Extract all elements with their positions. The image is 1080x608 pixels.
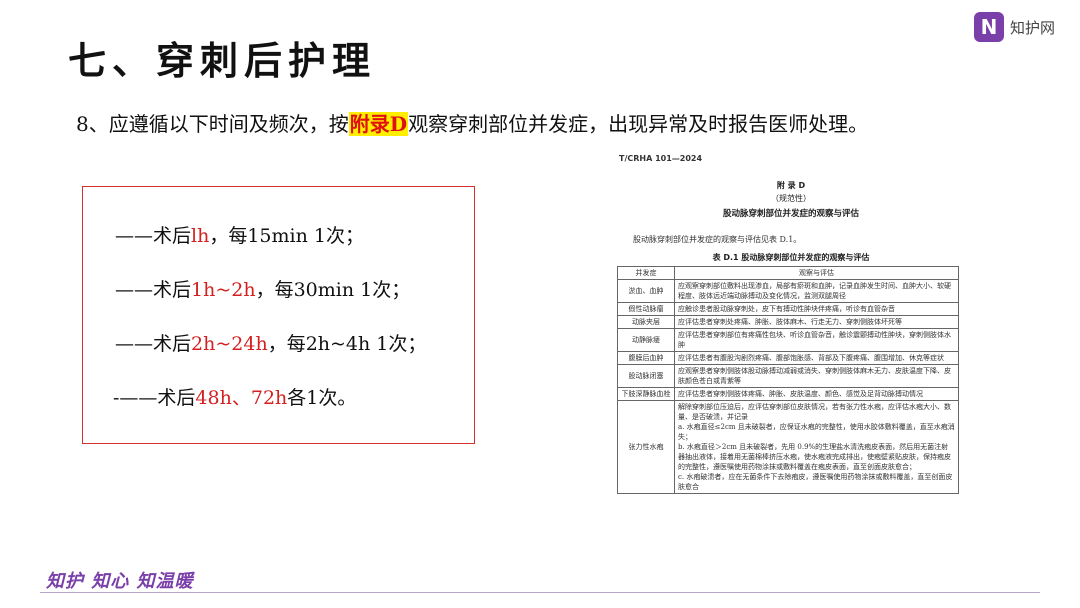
footer-slogan: 知护 知心 知温暖 (46, 571, 194, 592)
instruction-before: 8、应遵循以下时间及频次，按 (76, 112, 349, 136)
schedule-suffix: 各1次。 (287, 387, 357, 409)
complication-name: 股动脉闭塞 (617, 364, 675, 388)
schedule-time: 1h~2h (191, 279, 256, 301)
complication-name: 假性动脉瘤 (617, 302, 675, 316)
schedule-time: 72h (250, 387, 288, 409)
table-row: 张力性水疱 解除穿刺部位压迫后，应评估穿刺部位皮肤情况，若有张力性水疱，应评估水疱… (617, 400, 959, 494)
doc-title: 股动脉穿刺部位并发症的观察与评估 (722, 209, 859, 219)
slide-title: 七、穿刺后护理 (68, 39, 377, 83)
complication-name: 张力性水疱 (617, 400, 675, 494)
schedule-prefix: ——术后 (115, 333, 192, 355)
complication-name: 动脉夹层 (617, 315, 675, 329)
complication-assessment: 应评估患者穿刺处疼痛、肿胀、肢体麻木、行走无力、穿刺侧肢体坏死等 (674, 315, 959, 329)
schedule-time: 48h (195, 387, 232, 409)
table-header-row: 并发症 观察与评估 (617, 266, 959, 280)
complication-name: 腹膜后血肿 (617, 351, 675, 365)
doc-table-title: 表 D.1 股动脉穿刺部位并发症的观察与评估 (712, 253, 870, 262)
doc-normative: （规范性） (771, 194, 811, 203)
logo-text: 知护网 (1010, 18, 1056, 37)
doc-appendix-label: 附 录 D (776, 181, 806, 190)
doc-code: T/CRHA 101—2024 (619, 154, 703, 163)
complication-assessment: 应观察穿刺部位敷料出现渗血，局部有瘀斑和血肿，记录血肿发生时间、血肿大小、软硬程… (674, 279, 959, 303)
instruction-after: 观察穿刺部位并发症，出现异常及时报告医师处理。 (408, 112, 869, 136)
appendix-document-image: T/CRHA 101—2024 附 录 D （规范性） 股动脉穿刺部位并发症的观… (613, 150, 969, 570)
complication-assessment: 应评估患者穿刺侧肢体疼痛、肿胀、皮肤温度、颜色、感觉及足背动脉搏动情况 (674, 387, 959, 401)
table-header: 并发症 (617, 266, 675, 280)
complication-name: 淤血、血肿 (617, 279, 675, 303)
schedule-prefix: -——术后 (113, 387, 196, 409)
schedule-suffix: ，每15min 1次； (209, 225, 364, 247)
schedule-prefix: ——术后 (115, 225, 192, 247)
schedule-prefix: ——术后 (115, 279, 192, 301)
complication-name: 动静脉瘘 (617, 328, 675, 352)
schedule-time: 2h~24h (191, 333, 268, 355)
complication-name: 下肢深静脉血栓 (617, 387, 675, 401)
complication-assessment: 应观察患者穿刺侧肢体股动脉搏动减弱或消失、穿刺侧肢体麻木无力、皮肤温度下降、皮肤… (674, 364, 959, 388)
schedule-suffix: ，每30min 1次； (255, 279, 411, 301)
schedule-sep: 、 (231, 387, 251, 409)
doc-intro: 股动脉穿刺部位并发症的观察与评估见表 D.1。 (633, 235, 802, 244)
table-header: 观察与评估 (674, 266, 959, 280)
table-row: 下肢深静脉血栓 应评估患者穿刺侧肢体疼痛、肿胀、皮肤温度、颜色、感觉及足背动脉搏动… (617, 387, 959, 401)
schedule-suffix: ，每2h~4h 1次； (267, 333, 427, 355)
schedule-time: lh (191, 225, 210, 247)
complication-assessment: 应评估患者穿刺部位有疼痛性包块、听诊血管杂音，触诊震颤搏动性肿块，穿刺侧肢体水肿 (674, 328, 959, 352)
schedule-box: ——术后lh，每15min 1次； ——术后1h~2h，每30min 1次； —… (82, 186, 475, 444)
table-row: 动静脉瘘 应评估患者穿刺部位有疼痛性包块、听诊血管杂音，触诊震颤搏动性肿块，穿刺侧… (617, 328, 959, 352)
table-row: 股动脉闭塞 应观察患者穿刺侧肢体股动脉搏动减弱或消失、穿刺侧肢体麻木无力、皮肤温度… (617, 364, 959, 388)
complication-assessment: 应评估患者有腹股沟剧烈疼痛、腹部饱胀感、背部及下腹疼痛、腹围增加、休克等症状 (674, 351, 959, 365)
schedule-item: ——术后1h~2h，每30min 1次； (115, 275, 410, 302)
footer-divider (40, 592, 1040, 593)
table-row: 淤血、血肿 应观察穿刺部位敷料出现渗血，局部有瘀斑和血肿，记录血肿发生时间、血肿大… (617, 279, 959, 303)
table-row: 动脉夹层 应评估患者穿刺处疼痛、肿胀、肢体麻木、行走无力、穿刺侧肢体坏死等 (617, 315, 959, 329)
table-row: 腹膜后血肿 应评估患者有腹股沟剧烈疼痛、腹部饱胀感、背部及下腹疼痛、腹围增加、休克… (617, 351, 959, 365)
complication-assessment: 解除穿刺部位压迫后，应评估穿刺部位皮肤情况，若有张力性水疱，应评估水疱大小、数量… (674, 400, 959, 494)
instruction-text: 8、应遵循以下时间及频次，按附录D观察穿刺部位并发症，出现异常及时报告医师处理。 (76, 108, 868, 137)
schedule-item: ——术后2h~24h，每2h~4h 1次； (115, 329, 426, 356)
schedule-item: -——术后48h、72h各1次。 (113, 383, 356, 410)
complication-table: 并发症 观察与评估 淤血、血肿 应观察穿刺部位敷料出现渗血，局部有瘀斑和血肿，记录… (617, 266, 959, 494)
appendix-highlight: 附录D (348, 112, 409, 136)
schedule-item: ——术后lh，每15min 1次； (115, 221, 364, 248)
logo-n-icon: N (974, 12, 1004, 42)
table-row: 假性动脉瘤 应触诊患者股动脉穿刺处，皮下有搏动性肿块伴疼痛，听诊有血管杂音 (617, 302, 959, 316)
complication-assessment: 应触诊患者股动脉穿刺处，皮下有搏动性肿块伴疼痛，听诊有血管杂音 (674, 302, 959, 316)
brand-logo: N 知护网 (974, 12, 1055, 42)
